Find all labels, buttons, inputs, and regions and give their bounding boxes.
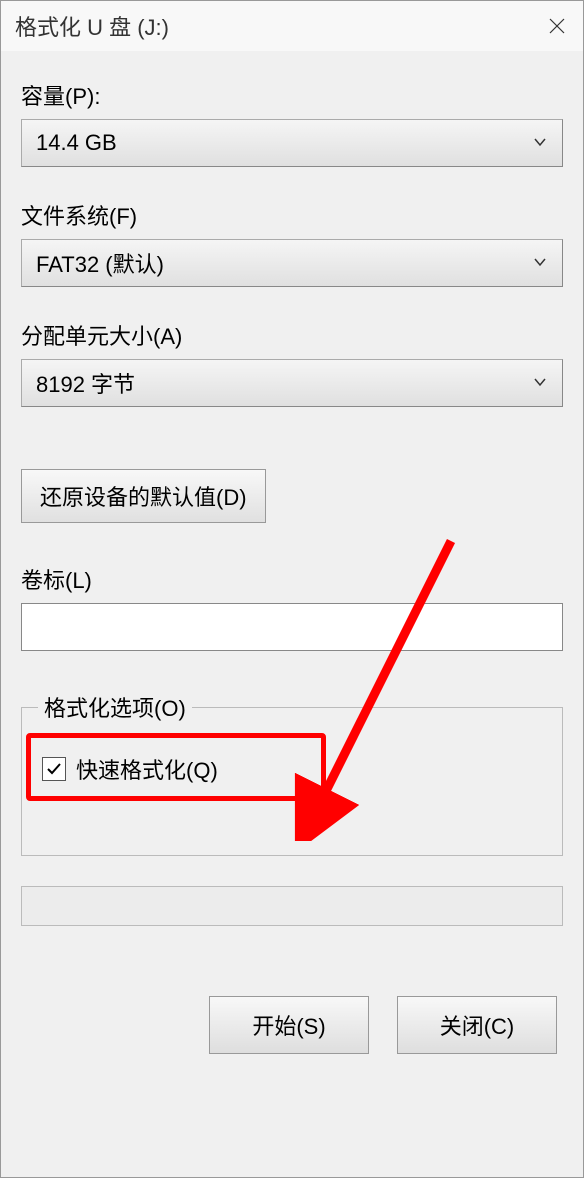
allocation-select[interactable]: 8192 字节	[21, 359, 563, 407]
footer-buttons: 开始(S) 关闭(C)	[21, 996, 563, 1054]
format-dialog-window: 格式化 U 盘 (J:) 容量(P): 14.4 GB 文件系统(F)	[0, 0, 584, 1178]
start-button[interactable]: 开始(S)	[209, 996, 369, 1054]
filesystem-label: 文件系统(F)	[21, 199, 563, 231]
capacity-select[interactable]: 14.4 GB	[21, 119, 563, 167]
dialog-content: 容量(P): 14.4 GB 文件系统(F) FAT32 (默认)	[1, 51, 583, 1177]
capacity-value: 14.4 GB	[36, 130, 117, 156]
quick-format-row[interactable]: 快速格式化(Q)	[42, 753, 542, 785]
format-options-fieldset: 格式化选项(O) 快速格式化(Q)	[21, 691, 563, 856]
capacity-label: 容量(P):	[21, 79, 563, 111]
volume-label-input[interactable]	[21, 603, 563, 651]
quick-format-checkbox[interactable]	[42, 757, 66, 781]
chevron-down-icon	[532, 130, 548, 156]
allocation-value: 8192 字节	[36, 367, 135, 399]
restore-defaults-button[interactable]: 还原设备的默认值(D)	[21, 469, 266, 523]
chevron-down-icon	[532, 370, 548, 396]
window-title: 格式化 U 盘 (J:)	[15, 10, 169, 42]
titlebar: 格式化 U 盘 (J:)	[1, 1, 583, 51]
volume-label-label: 卷标(L)	[21, 563, 563, 595]
status-box	[21, 886, 563, 926]
filesystem-select[interactable]: FAT32 (默认)	[21, 239, 563, 287]
allocation-label: 分配单元大小(A)	[21, 319, 563, 351]
close-button[interactable]: 关闭(C)	[397, 996, 557, 1054]
quick-format-label: 快速格式化(Q)	[76, 753, 218, 785]
filesystem-value: FAT32 (默认)	[36, 247, 164, 279]
close-icon[interactable]	[545, 14, 569, 38]
chevron-down-icon	[532, 250, 548, 276]
format-options-legend: 格式化选项(O)	[38, 691, 192, 723]
